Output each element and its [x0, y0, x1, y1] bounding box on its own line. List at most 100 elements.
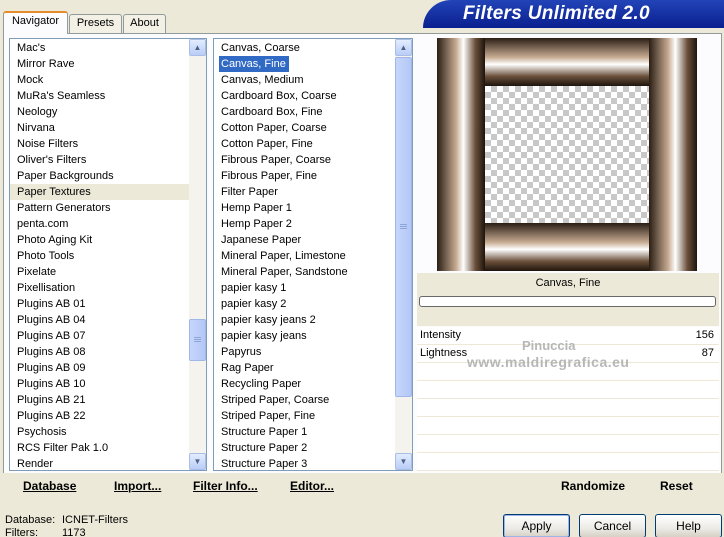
category-item[interactable]: Nirvana: [10, 120, 190, 136]
category-item[interactable]: Pixellisation: [10, 280, 190, 296]
filter-item[interactable]: Rag Paper: [214, 360, 396, 376]
filter-item[interactable]: Fibrous Paper, Fine: [214, 168, 396, 184]
category-item[interactable]: Mirror Rave: [10, 56, 190, 72]
category-item[interactable]: Plugins AB 22: [10, 408, 190, 424]
category-item[interactable]: Photo Aging Kit: [10, 232, 190, 248]
category-item[interactable]: Pixelate: [10, 264, 190, 280]
scroll-up-icon[interactable]: ▲: [395, 39, 412, 56]
status-database: Database: ICNET-Filters: [5, 514, 128, 526]
reset-button[interactable]: Reset: [660, 479, 693, 493]
param-row-empty: [417, 417, 719, 435]
help-button[interactable]: Help: [655, 514, 722, 537]
database-button[interactable]: Database: [23, 479, 76, 493]
filter-item[interactable]: Striped Paper, Coarse: [214, 392, 396, 408]
editor-button[interactable]: Editor...: [290, 479, 334, 493]
category-item[interactable]: Plugins AB 04: [10, 312, 190, 328]
filter-item[interactable]: Canvas, Coarse: [214, 40, 396, 56]
param-row-empty: [417, 381, 719, 399]
param-label: Intensity: [420, 329, 461, 341]
filter-item[interactable]: Japanese Paper: [214, 232, 396, 248]
filter-item[interactable]: Filter Paper: [214, 184, 396, 200]
bottom-toolbar: Database Import... Filter Info... Editor…: [3, 473, 722, 500]
tab-presets[interactable]: Presets: [69, 14, 122, 33]
filter-item[interactable]: papier kasy jeans: [214, 328, 396, 344]
category-item[interactable]: MuRa's Seamless: [10, 88, 190, 104]
randomize-button[interactable]: Randomize: [561, 479, 625, 493]
filter-item[interactable]: Structure Paper 2: [214, 440, 396, 456]
category-item[interactable]: Plugins AB 08: [10, 344, 190, 360]
filter-item[interactable]: Mineral Paper, Limestone: [214, 248, 396, 264]
category-item[interactable]: Mock: [10, 72, 190, 88]
category-item[interactable]: Mac's: [10, 40, 190, 56]
category-scrollbar[interactable]: ▲ ▼: [189, 39, 206, 470]
filter-item[interactable]: Striped Paper, Fine: [214, 408, 396, 424]
title-banner: Filters Unlimited 2.0: [423, 0, 724, 28]
category-item[interactable]: Paper Backgrounds: [10, 168, 190, 184]
param-label: Lightness: [420, 347, 468, 359]
category-item[interactable]: Plugins AB 07: [10, 328, 190, 344]
tab-about[interactable]: About: [123, 14, 166, 33]
filter-item[interactable]: Cardboard Box, Fine: [214, 104, 396, 120]
filter-item[interactable]: Canvas, Medium: [214, 72, 396, 88]
status-database-label: Database:: [5, 514, 56, 526]
param-row-empty: [417, 435, 719, 453]
filter-name-area: Canvas, Fine: [417, 273, 719, 326]
category-item[interactable]: Plugins AB 01: [10, 296, 190, 312]
filter-item[interactable]: Fibrous Paper, Coarse: [214, 152, 396, 168]
category-list[interactable]: Mac's Mirror Rave Mock MuRa's Seamless Neolo…: [9, 38, 207, 471]
watermark-url: www.maldiregrafica.eu: [467, 354, 630, 370]
preview-image: [437, 38, 697, 271]
filter-scrollbar[interactable]: ▲ ▼: [395, 39, 412, 470]
scroll-up-icon[interactable]: ▲: [189, 39, 206, 56]
param-row-empty: [417, 453, 719, 471]
filter-scroll-thumb[interactable]: [395, 57, 412, 397]
filter-info-button[interactable]: Filter Info...: [193, 479, 258, 493]
filter-item[interactable]: Papyrus: [214, 344, 396, 360]
status-database-value: ICNET-Filters: [62, 514, 128, 526]
filter-item[interactable]: Cotton Paper, Coarse: [214, 120, 396, 136]
filter-item[interactable]: Recycling Paper: [214, 376, 396, 392]
param-value: 156: [695, 329, 714, 341]
filter-list[interactable]: Canvas, Coarse Canvas, Fine Canvas, Medium…: [213, 38, 413, 471]
category-item[interactable]: penta.com: [10, 216, 190, 232]
tab-navigator[interactable]: Navigator: [3, 11, 68, 34]
category-item[interactable]: RCS Filter Pak 1.0: [10, 440, 190, 456]
filter-item[interactable]: Cardboard Box, Coarse: [214, 88, 396, 104]
watermark-name: Pinuccia: [522, 338, 576, 353]
scroll-down-icon[interactable]: ▼: [395, 453, 412, 470]
category-item[interactable]: Plugins AB 10: [10, 376, 190, 392]
param-row-empty: [417, 399, 719, 417]
category-item[interactable]: Plugins AB 21: [10, 392, 190, 408]
filter-item[interactable]: Canvas, Fine: [219, 56, 289, 72]
category-item[interactable]: Noise Filters: [10, 136, 190, 152]
apply-button[interactable]: Apply: [503, 514, 570, 537]
status-filters-value: 1173: [62, 527, 86, 537]
category-item[interactable]: Photo Tools: [10, 248, 190, 264]
filter-name-label: Canvas, Fine: [535, 277, 601, 289]
filter-item[interactable]: papier kasy 2: [214, 296, 396, 312]
filter-item[interactable]: Hemp Paper 2: [214, 216, 396, 232]
filter-item[interactable]: Cotton Paper, Fine: [214, 136, 396, 152]
scroll-down-icon[interactable]: ▼: [189, 453, 206, 470]
category-item[interactable]: Neology: [10, 104, 190, 120]
category-scroll-thumb[interactable]: [189, 319, 206, 361]
filter-item[interactable]: papier kasy 1: [214, 280, 396, 296]
status-filters-label: Filters:: [5, 527, 38, 537]
import-button[interactable]: Import...: [114, 479, 161, 493]
filter-item[interactable]: Structure Paper 3: [214, 456, 396, 470]
progress-bar: [419, 296, 716, 307]
category-item[interactable]: Plugins AB 09: [10, 360, 190, 376]
filter-item[interactable]: Mineral Paper, Sandstone: [214, 264, 396, 280]
category-item[interactable]: Pattern Generators: [10, 200, 190, 216]
app-title: Filters Unlimited 2.0: [463, 3, 650, 24]
cancel-button[interactable]: Cancel: [579, 514, 646, 537]
filter-item[interactable]: Structure Paper 1: [214, 424, 396, 440]
filter-item[interactable]: Hemp Paper 1: [214, 200, 396, 216]
param-value: 87: [701, 347, 714, 359]
status-filters: Filters: 1173: [5, 527, 86, 537]
category-item[interactable]: Paper Textures: [10, 184, 190, 200]
category-item[interactable]: Psychosis: [10, 424, 190, 440]
filter-item[interactable]: papier kasy jeans 2: [214, 312, 396, 328]
category-item[interactable]: Oliver's Filters: [10, 152, 190, 168]
category-item[interactable]: Render: [10, 456, 190, 470]
